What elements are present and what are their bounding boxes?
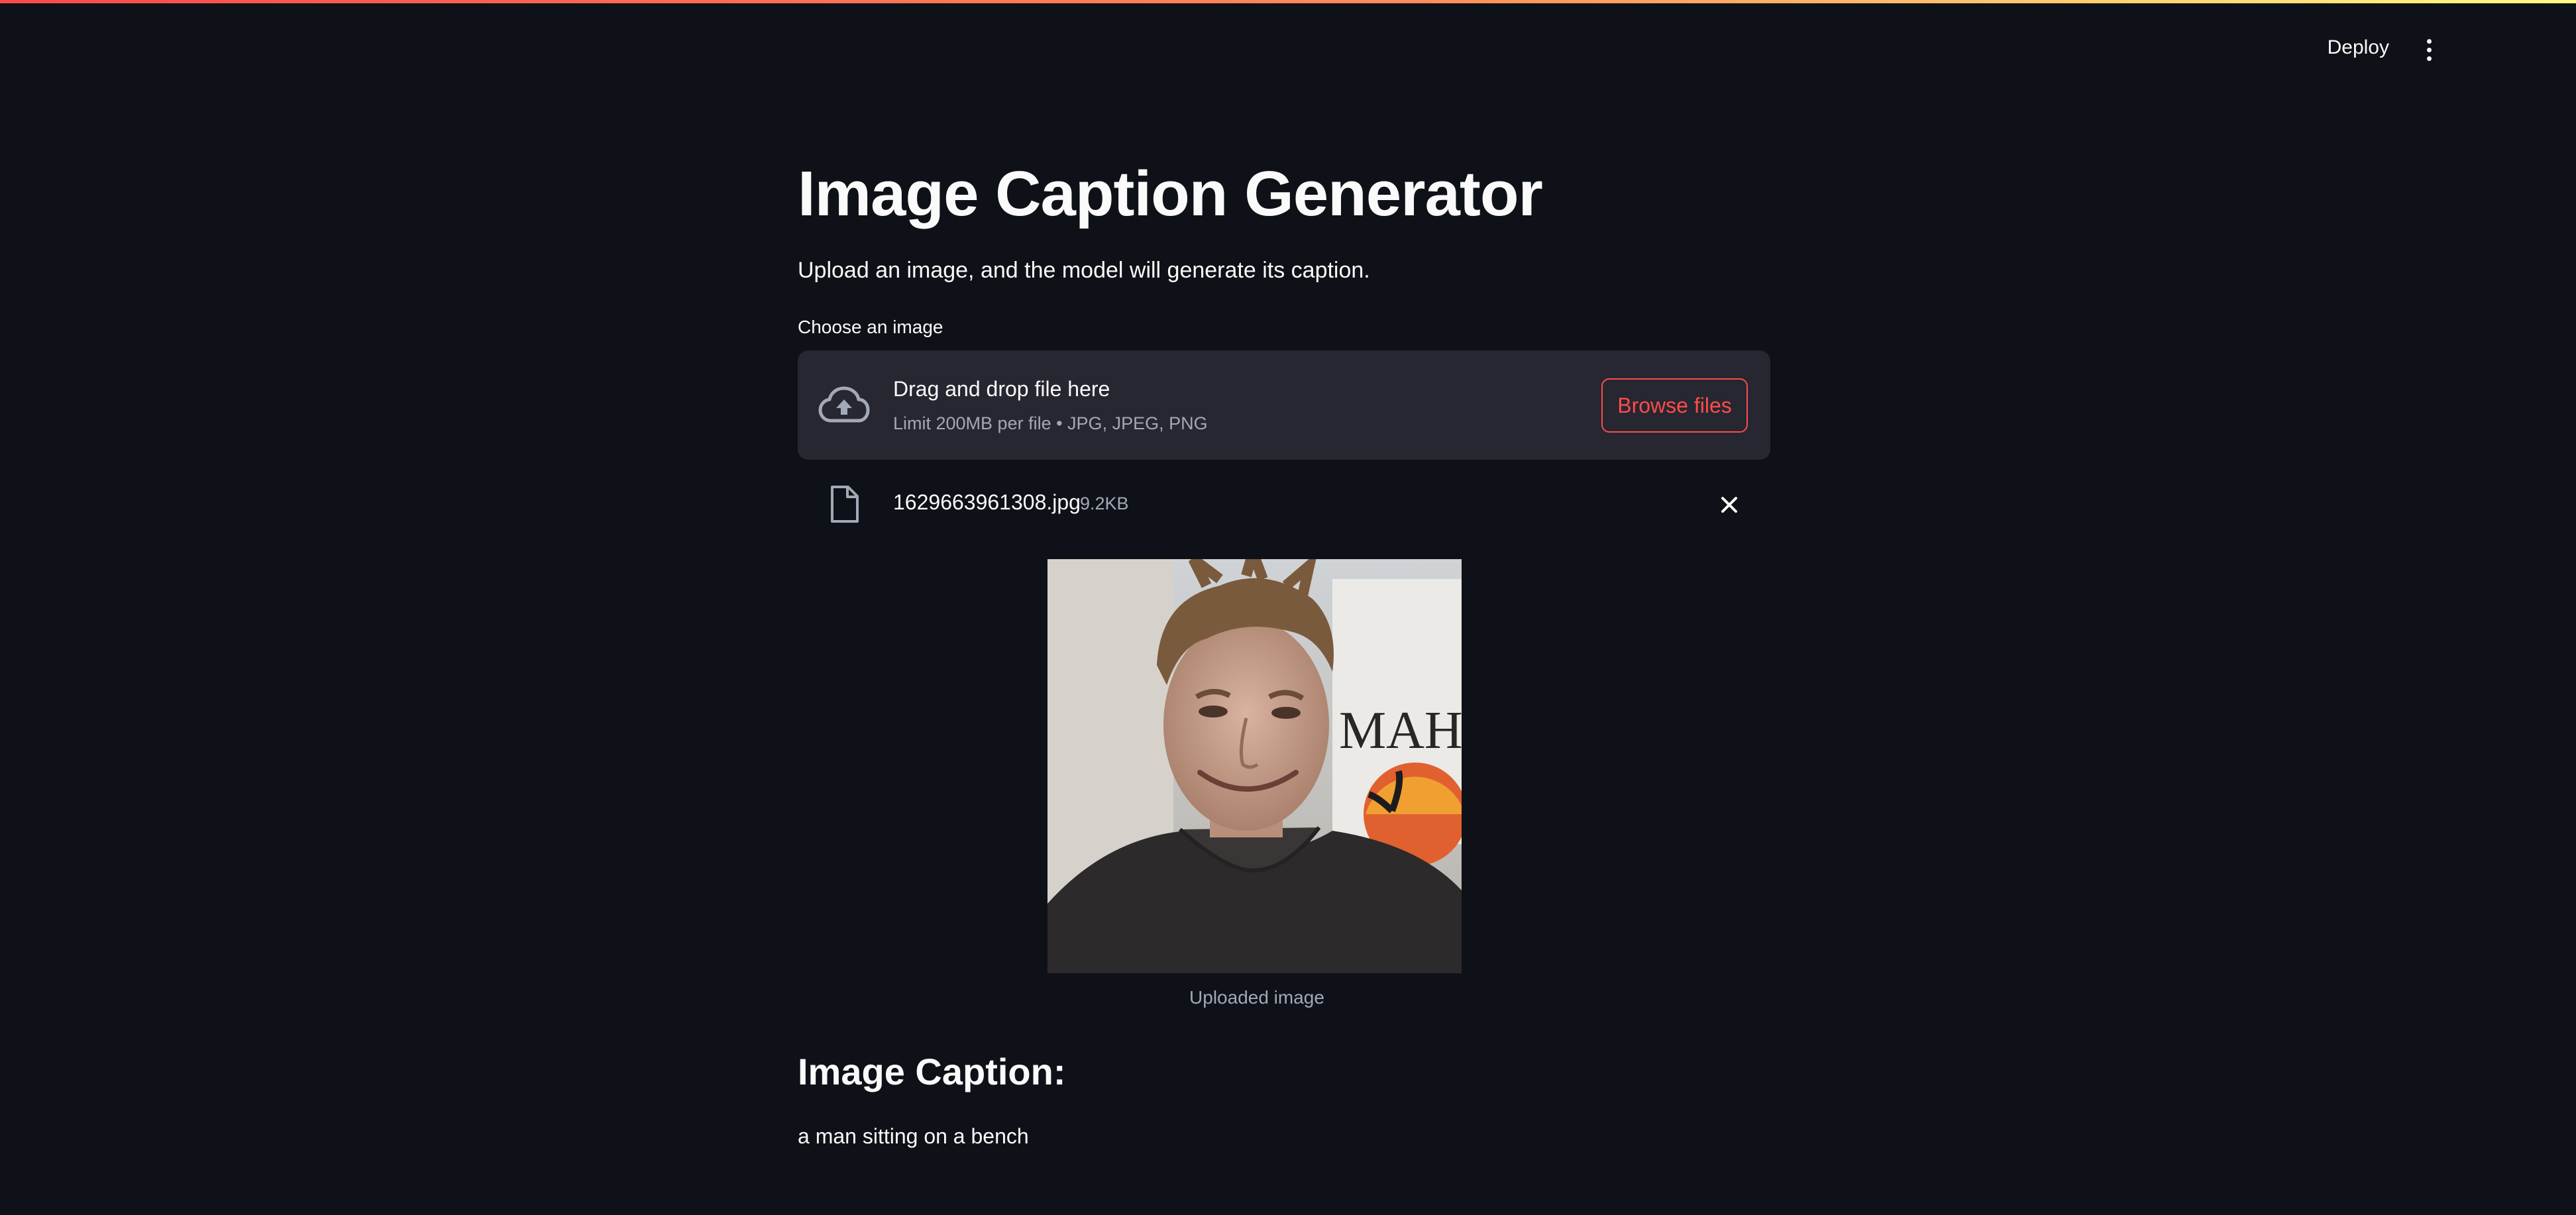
dropzone-limits: Limit 200MB per file • JPG, JPEG, PNG	[893, 413, 1208, 433]
result-heading: Image Caption:	[798, 1051, 1066, 1092]
svg-text:MAHA: MAHA	[1339, 702, 1462, 760]
app-header: Deploy	[0, 3, 2576, 96]
close-icon[interactable]	[1716, 492, 1743, 518]
file-name: 1629663961308.jpg	[893, 490, 1081, 514]
document-icon	[831, 486, 859, 523]
page-title: Image Caption Generator	[798, 158, 1543, 229]
image-caption: Uploaded image	[1189, 987, 1324, 1008]
file-size: 9.2KB	[1080, 494, 1129, 513]
cloud-upload-icon	[818, 386, 870, 423]
vertical-ellipsis-icon[interactable]	[2416, 36, 2442, 63]
deploy-button[interactable]: Deploy	[2328, 36, 2389, 59]
page-subtitle: Upload an image, and the model will gene…	[798, 258, 1370, 283]
uploader-label: Choose an image	[798, 317, 943, 337]
uploaded-file-row: 1629663961308.jpg 9.2KB	[798, 476, 1770, 533]
uploaded-image: MAHA	[1047, 559, 1462, 973]
browse-files-button[interactable]: Browse files	[1601, 378, 1748, 433]
result-caption-text: a man sitting on a bench	[798, 1124, 1029, 1148]
dropzone-title: Drag and drop file here	[893, 377, 1110, 401]
file-dropzone[interactable]: Drag and drop file here Limit 200MB per …	[798, 350, 1770, 460]
